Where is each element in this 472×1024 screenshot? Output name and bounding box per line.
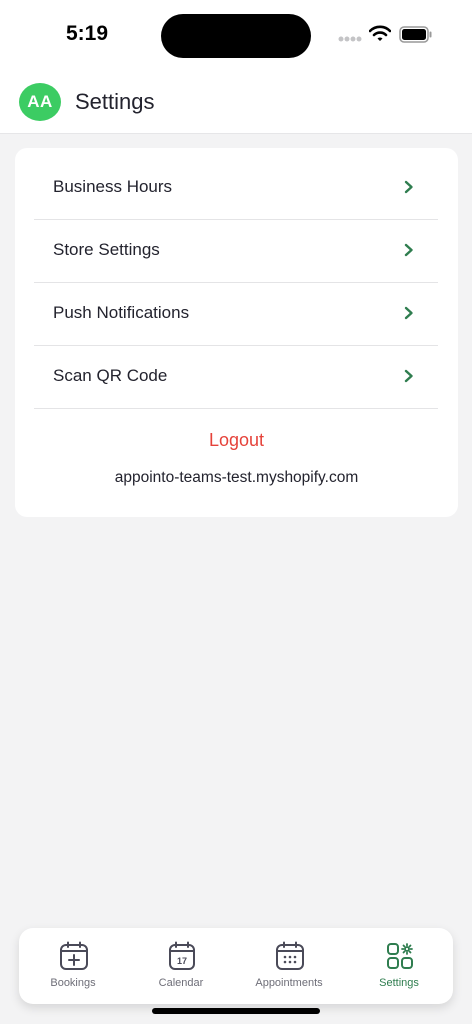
menu-item-label: Scan QR Code xyxy=(53,366,168,385)
chevron-right-icon xyxy=(404,243,413,257)
menu-item-label: Business Hours xyxy=(53,177,173,196)
tab-label: Settings xyxy=(379,977,419,989)
calendar-17-icon: 17 xyxy=(169,941,195,970)
menu-item-business-hours[interactable]: Business Hours xyxy=(34,157,438,220)
tab-bookings[interactable]: Bookings xyxy=(19,928,127,1004)
battery-icon xyxy=(399,26,432,43)
settings-card: Business Hours Store Settings Push Notif… xyxy=(15,148,458,517)
calendar-dots-icon xyxy=(276,941,304,970)
chevron-right-icon xyxy=(404,180,413,194)
calendar-plus-icon xyxy=(60,941,88,970)
tab-appointments[interactable]: Appointments xyxy=(235,928,343,1004)
shop-domain: appointo-teams-test.myshopify.com xyxy=(114,469,359,486)
menu-item-store-settings[interactable]: Store Settings xyxy=(34,220,438,283)
dynamic-island xyxy=(161,14,311,58)
menu-item-push-notifications[interactable]: Push Notifications xyxy=(34,283,438,346)
tab-settings[interactable]: Settings xyxy=(345,928,453,1004)
page-title: Settings xyxy=(75,89,155,114)
wifi-icon xyxy=(369,25,391,41)
avatar[interactable]: AA xyxy=(19,83,61,121)
chevron-right-icon xyxy=(404,369,413,383)
logout-button[interactable]: Logout xyxy=(15,430,458,451)
grid-gear-icon xyxy=(387,943,413,969)
status-time: 5:19 xyxy=(66,22,109,45)
home-indicator xyxy=(152,1008,320,1014)
svg-text:17: 17 xyxy=(177,956,187,966)
app-header: AA Settings xyxy=(0,72,472,134)
status-bar: 5:19 xyxy=(0,0,472,72)
menu-item-label: Store Settings xyxy=(53,240,160,259)
tab-label: Appointments xyxy=(255,977,323,989)
menu-item-scan-qr-code[interactable]: Scan QR Code xyxy=(34,346,438,409)
cellular-signal-icon xyxy=(338,36,362,42)
tab-label: Calendar xyxy=(158,977,204,989)
bottom-tab-bar: Bookings 17 Calendar Appointments Settin… xyxy=(19,928,453,1004)
chevron-right-icon xyxy=(404,306,413,320)
menu-item-label: Push Notifications xyxy=(53,303,190,322)
tab-label: Bookings xyxy=(50,977,96,989)
tab-calendar[interactable]: 17 Calendar xyxy=(127,928,235,1004)
